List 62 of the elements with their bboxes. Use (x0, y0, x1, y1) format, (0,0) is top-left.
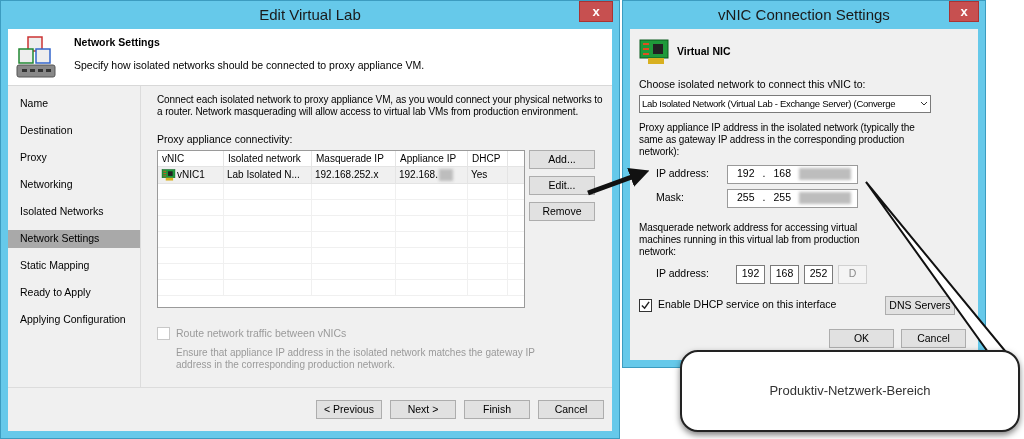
wizard-step[interactable]: Network Settings (8, 230, 140, 248)
wizard-step[interactable]: Name (8, 95, 140, 113)
window-title: Edit Virtual Lab (259, 4, 361, 25)
table-label: Proxy appliance connectivity: (156, 132, 294, 147)
wizard-step[interactable]: Applying Configuration (8, 311, 140, 329)
table-cell-text: vNIC1 (177, 168, 205, 183)
ip-address-field[interactable]: 192 . 168 (727, 164, 858, 184)
callout-text: Produktiv-Netzwerk-Bereich (769, 382, 931, 401)
wizard-step[interactable]: Ready to Apply (8, 284, 140, 302)
redaction-blur (438, 168, 453, 181)
intro-text: Connect each isolated network to proxy appliance VM, as you would connect your physical networks to a router. Network masquerading will allow access to virtual lab VMs from production environment. (156, 94, 604, 118)
ip-address-field[interactable]: 255 . 255 (727, 188, 858, 208)
chevron-down-icon (920, 100, 928, 107)
ip-octet-field[interactable]: 192 (736, 264, 765, 284)
dialog-button[interactable]: Next > (390, 400, 456, 419)
column-header[interactable]: DHCP (468, 150, 508, 166)
note-text: Ensure that appliance IP address in the isolated network matches the gateway IP address in the corresponding production network. (175, 346, 536, 371)
table-cell-text: 192.168.252.x (315, 168, 379, 183)
column-header[interactable]: vNIC (158, 150, 224, 166)
ip-octet-field[interactable]: 252 (804, 264, 833, 284)
redaction-blur (799, 192, 851, 205)
field-label: Choose isolated network to connect this vNIC to: (639, 77, 867, 92)
checkbox-label: Enable DHCP service on this interface (658, 297, 838, 313)
wizard-step[interactable]: Destination (8, 122, 140, 140)
window-title: vNIC Connection Settings (718, 4, 890, 25)
dialog-button[interactable]: DNS Servers (885, 295, 955, 315)
dialog-button[interactable]: Cancel (901, 328, 966, 348)
dialog-button[interactable]: < Previous (316, 400, 382, 419)
dialog-button[interactable]: Finish (464, 400, 530, 419)
close-button[interactable]: x (579, 1, 613, 22)
wizard-step[interactable]: Proxy (8, 149, 140, 167)
page-description: Specify how isolated networks should be connected to proxy appliance VM. (74, 57, 425, 73)
table-cell-text: Yes (471, 168, 488, 183)
redaction-blur (799, 168, 851, 181)
info-text: Proxy appliance IP address in the isolated network (typically the same as gateway IP address in the corresponding production network): (639, 121, 916, 158)
checkbox[interactable] (639, 298, 652, 312)
column-header[interactable]: Isolated network (224, 150, 312, 166)
network-card-icon (639, 39, 669, 65)
field-label: IP address: (655, 166, 710, 182)
info-text: Masquerade network address for accessing virtual machines running in this virtual lab from production network: (639, 221, 861, 258)
close-button[interactable]: x (949, 1, 979, 22)
network-card-icon (161, 168, 176, 181)
wizard-step[interactable]: Isolated Networks (8, 203, 140, 221)
network-dropdown[interactable]: Lab Isolated Network (Virtual Lab - Exchange Server) (Converge (639, 94, 931, 113)
wizard-step[interactable]: Networking (8, 176, 140, 194)
dialog-heading: Virtual NIC (677, 44, 731, 60)
dialog-button[interactable]: Cancel (538, 400, 604, 419)
wizard-step[interactable]: Static Mapping (8, 257, 140, 275)
field-label: Mask: (655, 190, 685, 206)
table-cell-text: Lab Isolated N... (227, 168, 300, 183)
column-header[interactable]: Masquerade IP (312, 150, 396, 166)
page-title: Network Settings (74, 35, 161, 50)
column-header[interactable]: Appliance IP (396, 150, 468, 166)
table-cell-text: 192.168. (399, 168, 438, 183)
checkbox-label: Route network traffic between vNICs (176, 325, 347, 341)
dialog-button[interactable]: OK (829, 328, 894, 348)
ip-octet-field[interactable]: 168 (770, 264, 799, 284)
dialog-button[interactable]: Add... (529, 149, 595, 169)
dialog-button[interactable]: Edit... (529, 175, 595, 195)
field-label: IP address: (655, 266, 710, 282)
dialog-button[interactable]: Remove (529, 201, 595, 221)
pointer-arrow (587, 168, 650, 196)
